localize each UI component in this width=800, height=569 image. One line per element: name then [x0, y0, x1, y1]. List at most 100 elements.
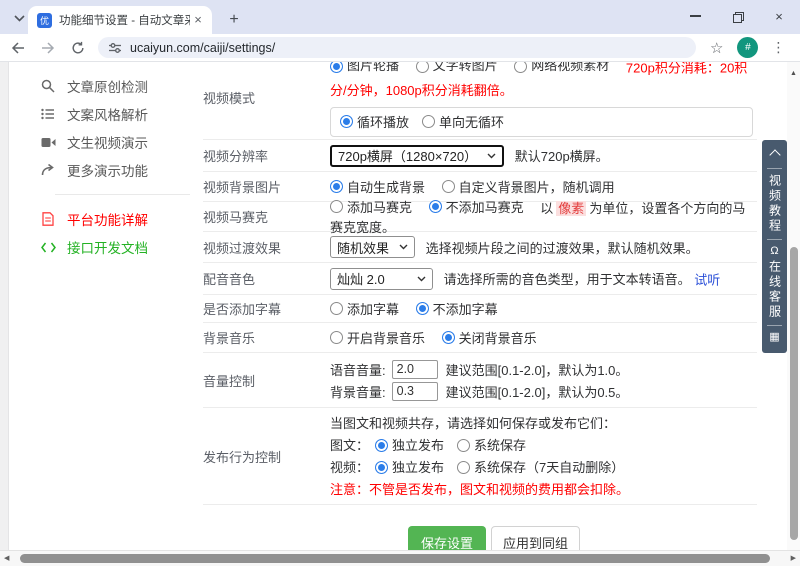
restore-button[interactable]	[716, 0, 758, 32]
radio-icon	[422, 115, 435, 128]
form-row-subtitle: 是否添加字幕 添加字幕 不添加字幕	[203, 295, 757, 323]
radio-no-subtitle[interactable]: 不添加字幕	[416, 299, 498, 318]
site-settings-icon	[108, 42, 122, 54]
voice-volume-note: 建议范围[0.1-2.0]，默认为1.0。	[446, 360, 629, 379]
radio-one-way-no-loop[interactable]: 单向无循环	[422, 112, 504, 131]
radio-add-subtitle[interactable]: 添加字幕	[330, 299, 399, 318]
publish-warning: 注意：不管是否发布，图文和视频的费用都会扣除。	[330, 479, 757, 500]
toolbar-divider	[767, 168, 782, 169]
voice-volume-input[interactable]	[392, 360, 438, 379]
radio-label: 系统保存（7天自动删除）	[474, 457, 624, 478]
url-text: ucaiyun.com/caiji/settings/	[130, 41, 275, 55]
form-row-bgm: 背景音乐 开启背景音乐 关闭背景音乐	[203, 323, 757, 353]
radio-label: 不添加马赛克	[446, 197, 524, 216]
profile-avatar[interactable]: #	[737, 37, 758, 58]
url-bar[interactable]: ucaiyun.com/caiji/settings/	[98, 37, 696, 58]
vertical-scrollbar-thumb[interactable]	[790, 247, 798, 540]
transition-select[interactable]: 随机效果	[330, 236, 415, 258]
sidebar-item-api-docs[interactable]: 接口开发文档	[10, 233, 200, 261]
qr-code-icon[interactable]: ▦	[769, 331, 779, 344]
audition-link[interactable]: 试听	[694, 272, 720, 287]
radio-icon	[375, 439, 388, 452]
back-button[interactable]	[6, 36, 30, 60]
radio-icon	[442, 331, 455, 344]
video-tutorial-tab[interactable]: 视频教程	[768, 174, 782, 234]
form-row-voice: 配音音色 灿灿 2.0 请选择所需的音色类型，用于文本转语音。 试听	[203, 263, 757, 295]
forward-button[interactable]	[36, 36, 60, 60]
horizontal-scrollbar-thumb[interactable]	[20, 554, 770, 563]
scrollbar-right-arrow[interactable]: ▶	[791, 554, 796, 562]
radio-tuwen-independent-publish[interactable]: 独立发布	[375, 435, 444, 456]
radio-bgm-on[interactable]: 开启背景音乐	[330, 328, 425, 347]
online-service-tab[interactable]: 在线客服	[768, 260, 782, 320]
radio-text-to-image[interactable]: 文字转图片	[416, 62, 498, 77]
radio-label: 自定义背景图片，随机调用	[459, 177, 615, 196]
tab-close-icon[interactable]: ×	[190, 12, 206, 28]
radio-icon	[340, 115, 353, 128]
radio-loop-play[interactable]: 循环播放	[340, 112, 409, 131]
form-actions: 保存设置 应用到同组	[203, 505, 757, 550]
horizontal-scrollbar[interactable]: ◀ ▶	[0, 550, 800, 566]
video-label: 视频：	[330, 457, 369, 478]
radio-custom-background[interactable]: 自定义背景图片，随机调用	[442, 177, 615, 196]
browser-toolbar: ucaiyun.com/caiji/settings/ ☆ # ⋮	[0, 34, 800, 62]
sidebar-item-more-demos[interactable]: 更多演示功能	[10, 156, 200, 184]
vertical-scrollbar[interactable]: ▲	[787, 62, 800, 550]
close-button[interactable]: ×	[758, 0, 800, 32]
sidebar-item-style-analysis[interactable]: 文案风格解析	[10, 100, 200, 128]
form-row-video-mode: 视频模式 图片轮播 文字转图片 网络视频素材 720p积分消耗：20积分/分钟，…	[203, 62, 757, 140]
sidebar-divider	[55, 194, 190, 195]
sidebar-item-text-to-video-demo[interactable]: 文生视频演示	[10, 128, 200, 156]
radio-web-video-material[interactable]: 网络视频素材	[514, 62, 609, 77]
browser-menu-icon[interactable]: ⋮	[771, 39, 785, 56]
sidebar-item-label: 文生视频演示	[67, 132, 148, 152]
radio-label: 循环播放	[357, 112, 409, 131]
radio-icon	[457, 461, 470, 474]
chevron-down-icon	[399, 244, 408, 250]
field-label: 视频分辨率	[203, 146, 330, 165]
field-label: 视频过渡效果	[203, 238, 330, 257]
radio-label: 单向无循环	[439, 112, 504, 131]
back-arrow-icon	[11, 42, 25, 54]
radio-label: 网络视频素材	[531, 62, 609, 77]
radio-no-mosaic[interactable]: 不添加马赛克	[429, 197, 524, 216]
headset-icon[interactable]: Ω	[770, 245, 778, 258]
radio-icon	[330, 331, 343, 344]
sidebar-item-label: 更多演示功能	[67, 160, 148, 180]
form-row-resolution: 视频分辨率 720p横屏（1280×720） 默认720p横屏。	[203, 140, 757, 172]
field-note: 选择视频片段之间的过渡效果，默认随机效果。	[426, 241, 699, 256]
scrollbar-left-arrow[interactable]: ◀	[4, 554, 9, 562]
sidebar-item-label: 接口开发文档	[67, 237, 148, 257]
apply-to-group-button[interactable]: 应用到同组	[491, 526, 580, 550]
browser-tab-active[interactable]: 优 功能细节设置 - 自动文章采集器 ×	[28, 6, 212, 34]
radio-auto-background[interactable]: 自动生成背景	[330, 177, 425, 196]
pixel-highlight: 像素	[556, 201, 586, 216]
bookmark-star-icon[interactable]: ☆	[710, 39, 723, 57]
voice-select[interactable]: 灿灿 2.0	[330, 268, 433, 290]
restore-icon	[733, 12, 742, 21]
voice-volume-label: 语音音量:	[330, 360, 386, 379]
radio-video-system-save[interactable]: 系统保存（7天自动删除）	[457, 457, 624, 478]
form-row-volume: 音量控制 语音音量: 建议范围[0.1-2.0]，默认为1.0。 背景音量: 建…	[203, 353, 757, 408]
field-label: 视频背景图片	[203, 177, 330, 196]
sidebar-item-originality-check[interactable]: 文章原创检测	[10, 72, 200, 100]
minimize-button[interactable]	[674, 0, 716, 32]
play-mode-box: 循环播放 单向无循环	[330, 107, 753, 137]
bg-volume-input[interactable]	[392, 382, 438, 401]
reload-button[interactable]	[66, 36, 90, 60]
radio-image-carousel[interactable]: 图片轮播	[330, 62, 399, 77]
resolution-select[interactable]: 720p横屏（1280×720）	[330, 145, 504, 167]
new-tab-button[interactable]: +	[222, 9, 246, 31]
save-settings-button[interactable]: 保存设置	[408, 526, 486, 550]
floating-side-toolbar: 视频教程 Ω 在线客服 ▦	[762, 140, 787, 353]
sidebar-item-platform-features[interactable]: 平台功能详解	[10, 205, 200, 233]
scrollbar-up-arrow[interactable]: ▲	[787, 70, 800, 77]
scroll-top-icon[interactable]	[769, 149, 780, 160]
tab-strip: 优 功能细节设置 - 自动文章采集器 × + ×	[0, 0, 800, 34]
form-row-mosaic: 视频马赛克 添加马赛克 不添加马赛克 以像素为单位，设置各个方向的马赛克宽度。	[203, 202, 757, 232]
radio-add-mosaic[interactable]: 添加马赛克	[330, 197, 412, 216]
radio-video-independent-publish[interactable]: 独立发布	[375, 457, 444, 478]
radio-bgm-off[interactable]: 关闭背景音乐	[442, 328, 537, 347]
tab-search-button[interactable]	[8, 9, 30, 27]
radio-tuwen-system-save[interactable]: 系统保存	[457, 435, 526, 456]
